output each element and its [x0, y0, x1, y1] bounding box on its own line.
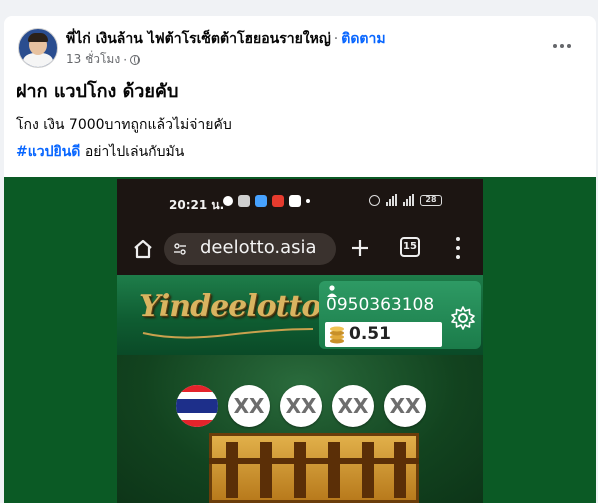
- browser-menu-icon[interactable]: [454, 237, 462, 259]
- phone-screenshot: 20:21 น. 28 deelotto.asia 15 Yindeelotto…: [117, 179, 483, 503]
- post-image[interactable]: 20:21 น. 28 deelotto.asia 15 Yindeelotto…: [4, 177, 596, 503]
- browser-toolbar: deelotto.asia 15: [117, 227, 483, 275]
- home-icon[interactable]: [131, 237, 155, 261]
- result-ball: XX: [280, 385, 322, 427]
- facebook-post: พี่ไก่ เงินล้าน ไฟต้าโรเซ็ตต้าโฮยอนรายให…: [4, 16, 596, 503]
- address-bar[interactable]: deelotto.asia: [164, 233, 336, 265]
- post-meta: 13 ชั่วโมง ·: [66, 50, 141, 69]
- lottery-banner-art: [209, 433, 419, 503]
- new-tab-icon[interactable]: [349, 237, 371, 259]
- lottery-area: XX XX XX XX: [117, 355, 483, 503]
- notification-icons: [223, 195, 310, 207]
- facebook-notif-icon: [223, 196, 233, 206]
- meta-separator: ·: [123, 52, 128, 67]
- hashtag-suffix: อย่าไปเล่นกับมัน: [80, 144, 185, 160]
- balance-box: 0.51: [325, 322, 442, 347]
- post-time[interactable]: 13 ชั่วโมง: [66, 50, 120, 69]
- user-account-box: 0950363108 0.51: [319, 281, 481, 349]
- gallery-notif-icon: [238, 195, 250, 207]
- header-separator: ·: [333, 31, 339, 47]
- author-name[interactable]: พี่ไก่ เงินล้าน ไฟต้าโรเซ็ตต้าโฮยอนรายให…: [66, 31, 331, 47]
- follow-button[interactable]: ติดตาม: [341, 31, 385, 47]
- settings-icon[interactable]: [450, 305, 476, 331]
- game-notif-icon: [272, 195, 284, 207]
- signal-2-icon: [403, 194, 414, 206]
- post-headline: ฝาก แวปโกง ด้วยคับ: [16, 81, 179, 102]
- result-ball: XX: [332, 385, 374, 427]
- coins-icon: [330, 326, 344, 344]
- account-phone-number: 0950363108: [326, 295, 435, 315]
- url-text: deelotto.asia: [200, 237, 317, 258]
- result-ball: XX: [384, 385, 426, 427]
- account-balance: 0.51: [349, 324, 391, 344]
- post-hashtag-line: #แวปยินดี อย่าไปเล่นกับมัน: [16, 141, 184, 163]
- tune-icon[interactable]: [173, 242, 187, 256]
- system-icons: 28: [369, 194, 442, 206]
- tabs-icon[interactable]: 15: [400, 237, 420, 257]
- signal-icon: [386, 194, 397, 206]
- globe-icon: [130, 54, 141, 65]
- mail-notif-icon: [289, 195, 301, 207]
- site-logo[interactable]: Yindeelotto: [139, 289, 321, 324]
- thai-flag-icon: [176, 385, 218, 427]
- hashtag-link[interactable]: #แวปยินดี: [16, 144, 80, 160]
- status-bar: 20:21 น. 28: [117, 179, 483, 227]
- status-time: 20:21 น.: [169, 198, 225, 212]
- post-body-line: โกง เงิน 7000บาทถูกแล้วไม่จ่ายคับ: [16, 117, 232, 133]
- alarm-icon: [369, 194, 380, 206]
- app-notif-icon: [255, 195, 267, 207]
- post-header: พี่ไก่ เงินล้าน ไฟต้าโรเซ็ตต้าโฮยอนรายให…: [66, 28, 386, 50]
- more-notif-dot: [306, 199, 310, 203]
- result-ball: XX: [228, 385, 270, 427]
- author-avatar[interactable]: [18, 28, 58, 68]
- more-options-icon[interactable]: [550, 36, 574, 56]
- battery-icon: 28: [420, 194, 442, 206]
- site-header: Yindeelotto 0950363108 0.51: [117, 275, 483, 355]
